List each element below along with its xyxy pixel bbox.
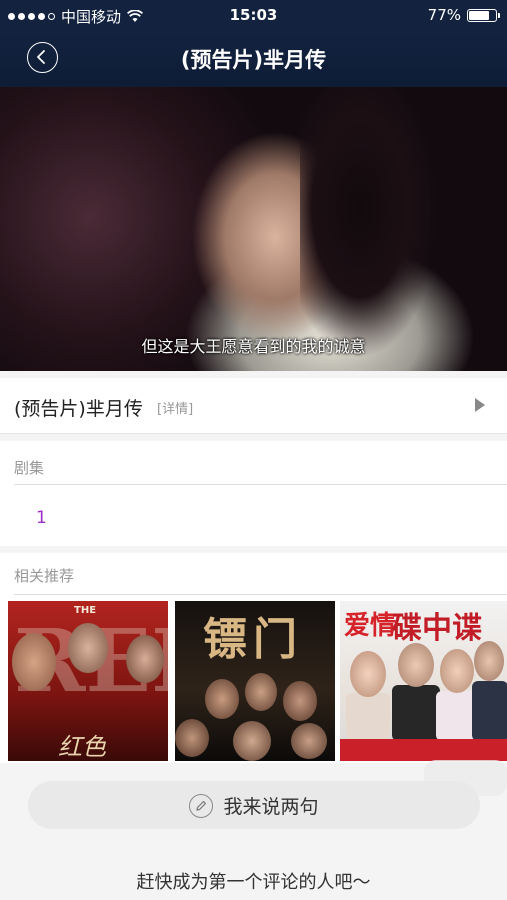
poster-face	[283, 681, 317, 721]
video-player[interactable]: 但这是大王愿意看到的我的诚意	[0, 87, 507, 371]
comment-placeholder: 我来说两句	[223, 796, 319, 818]
comment-input[interactable]: 我来说两句	[28, 781, 480, 829]
video-info-row[interactable]: (预告片)芈月传 [详情]	[0, 378, 507, 434]
pencil-icon	[189, 793, 214, 818]
poster-banner-strip	[340, 739, 507, 761]
divider	[14, 484, 507, 485]
play-arrow-icon[interactable]	[475, 398, 485, 412]
poster-face	[350, 651, 386, 697]
poster-face	[126, 635, 164, 683]
poster-face	[245, 673, 277, 711]
comment-input-content: 我来说两句	[28, 792, 480, 819]
poster-face	[440, 649, 474, 693]
episodes-section: 剧集 1	[0, 441, 507, 546]
poster-title-part: 爱情	[344, 611, 397, 641]
poster-biaomen[interactable]: 镖门	[175, 601, 335, 761]
poster-figure	[392, 685, 440, 741]
poster-calligraphy-title: 镖门	[203, 614, 303, 665]
divider	[14, 594, 507, 595]
related-label: 相关推荐	[14, 567, 75, 585]
status-right: 77%	[427, 6, 500, 24]
battery-fill	[469, 10, 490, 20]
related-section: 相关推荐 THE RED 红色 镖门 爱情 碟中谍	[0, 553, 507, 763]
details-link[interactable]: [详情]	[157, 398, 193, 417]
poster-figure	[346, 693, 390, 741]
page-title: (预告片)芈月传	[180, 48, 327, 72]
poster-face	[175, 719, 209, 757]
poster-title-part: 碟中谍	[392, 611, 482, 646]
poster-calligraphy-title: 红色	[58, 733, 106, 761]
poster-face	[205, 679, 239, 719]
nav-bar: (预告片)芈月传	[0, 30, 507, 87]
poster-face	[68, 623, 108, 673]
poster-red[interactable]: THE RED 红色	[8, 601, 168, 761]
poster-face	[474, 641, 504, 681]
poster-face	[12, 633, 56, 691]
poster-love-spy[interactable]: 爱情 碟中谍	[340, 601, 507, 761]
episodes-label: 剧集	[14, 459, 45, 477]
poster-figure	[472, 681, 507, 741]
video-title: (预告片)芈月传	[14, 398, 143, 420]
battery-percent: 77%	[427, 6, 461, 24]
poster-face	[233, 721, 271, 761]
empty-comments-hint: 赶快成为第一个评论的人吧～	[136, 872, 371, 893]
battery-icon	[467, 8, 500, 22]
status-bar: 中国移动 15:03 77%	[0, 0, 507, 30]
video-frame-detail	[300, 87, 450, 371]
poster-face	[291, 723, 327, 759]
video-subtitle: 但这是大王愿意看到的我的诚意	[141, 337, 366, 356]
poster-face	[398, 643, 434, 687]
episode-item[interactable]: 1	[36, 508, 47, 528]
